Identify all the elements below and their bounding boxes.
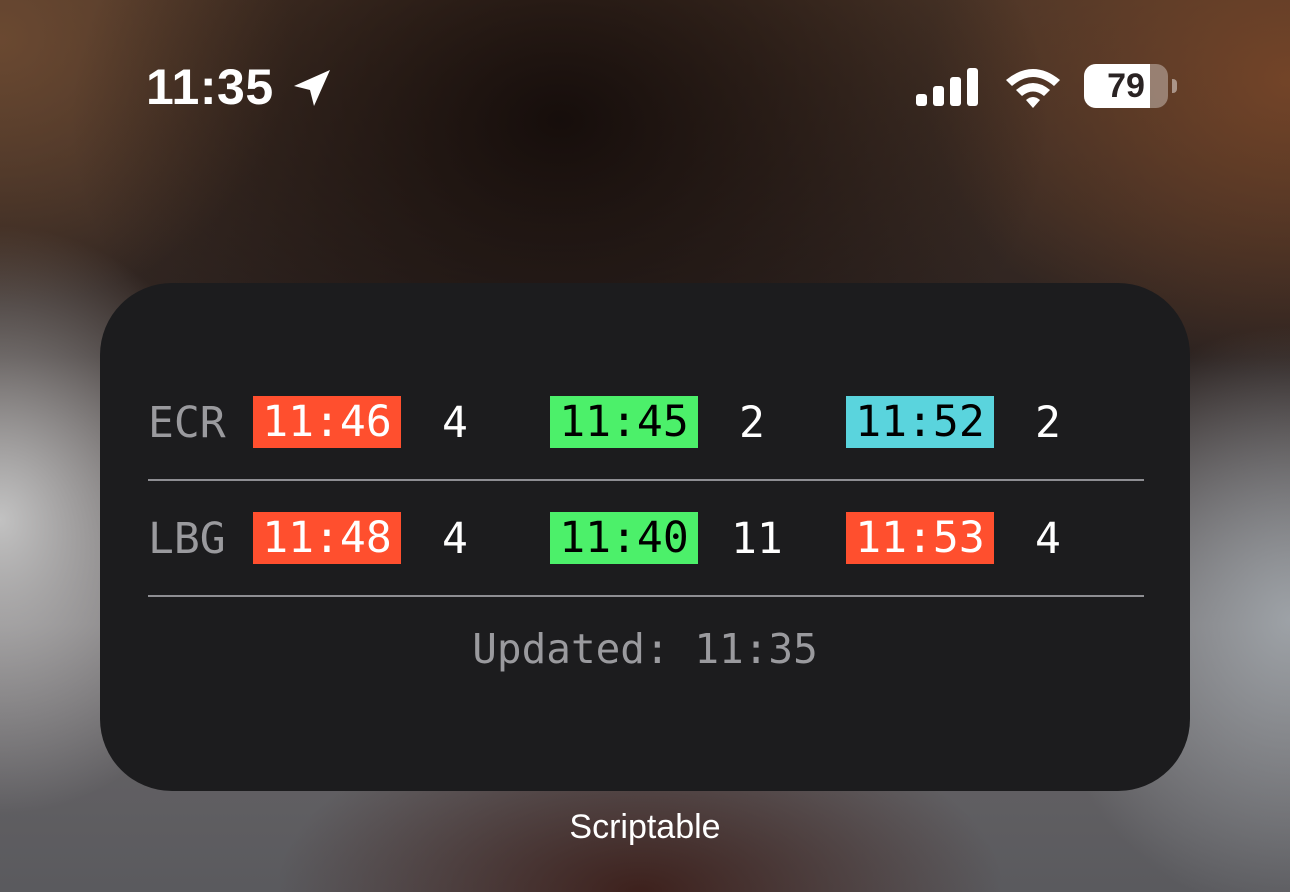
- departure-time-chip: 11:52: [846, 396, 994, 448]
- departure-time-chip: 11:40: [550, 512, 698, 564]
- departure-time-chip: 11:46: [253, 396, 401, 448]
- station-row-lbg: LBG 11:48 4 11:40 11 11:53 4: [148, 511, 1144, 567]
- battery-body: 79: [1084, 64, 1168, 108]
- battery-percent: 79: [1107, 67, 1145, 105]
- battery-nub: [1172, 79, 1177, 93]
- train-times-widget[interactable]: ECR 11:46 4 11:45 2 11:52 2 LBG 11:48 4 …: [100, 283, 1190, 791]
- departure-count: 2: [1035, 398, 1061, 448]
- widget-app-label: Scriptable: [569, 808, 721, 846]
- departure-time-chip: 11:45: [550, 396, 698, 448]
- departure-count: 4: [1035, 514, 1061, 564]
- battery-indicator: 79: [1084, 64, 1177, 110]
- status-bar: 11:35 79: [0, 0, 1290, 180]
- status-time: 11:35: [146, 59, 274, 115]
- departure-time-chip: 11:53: [846, 512, 994, 564]
- wifi-icon: [1006, 69, 1060, 108]
- cellular-signal-icon: [916, 68, 978, 106]
- row-divider: [148, 479, 1144, 481]
- departure-count: 4: [442, 398, 468, 448]
- departure-count: 4: [442, 514, 468, 564]
- location-arrow-icon: [294, 70, 330, 106]
- departure-count: 2: [739, 398, 765, 448]
- row-divider: [148, 595, 1144, 597]
- station-row-ecr: ECR 11:46 4 11:45 2 11:52 2: [148, 395, 1144, 451]
- departure-count: 11: [731, 514, 783, 564]
- station-code: LBG: [148, 514, 226, 564]
- station-code: ECR: [148, 398, 226, 448]
- updated-timestamp: Updated: 11:35: [472, 625, 818, 673]
- departure-time-chip: 11:48: [253, 512, 401, 564]
